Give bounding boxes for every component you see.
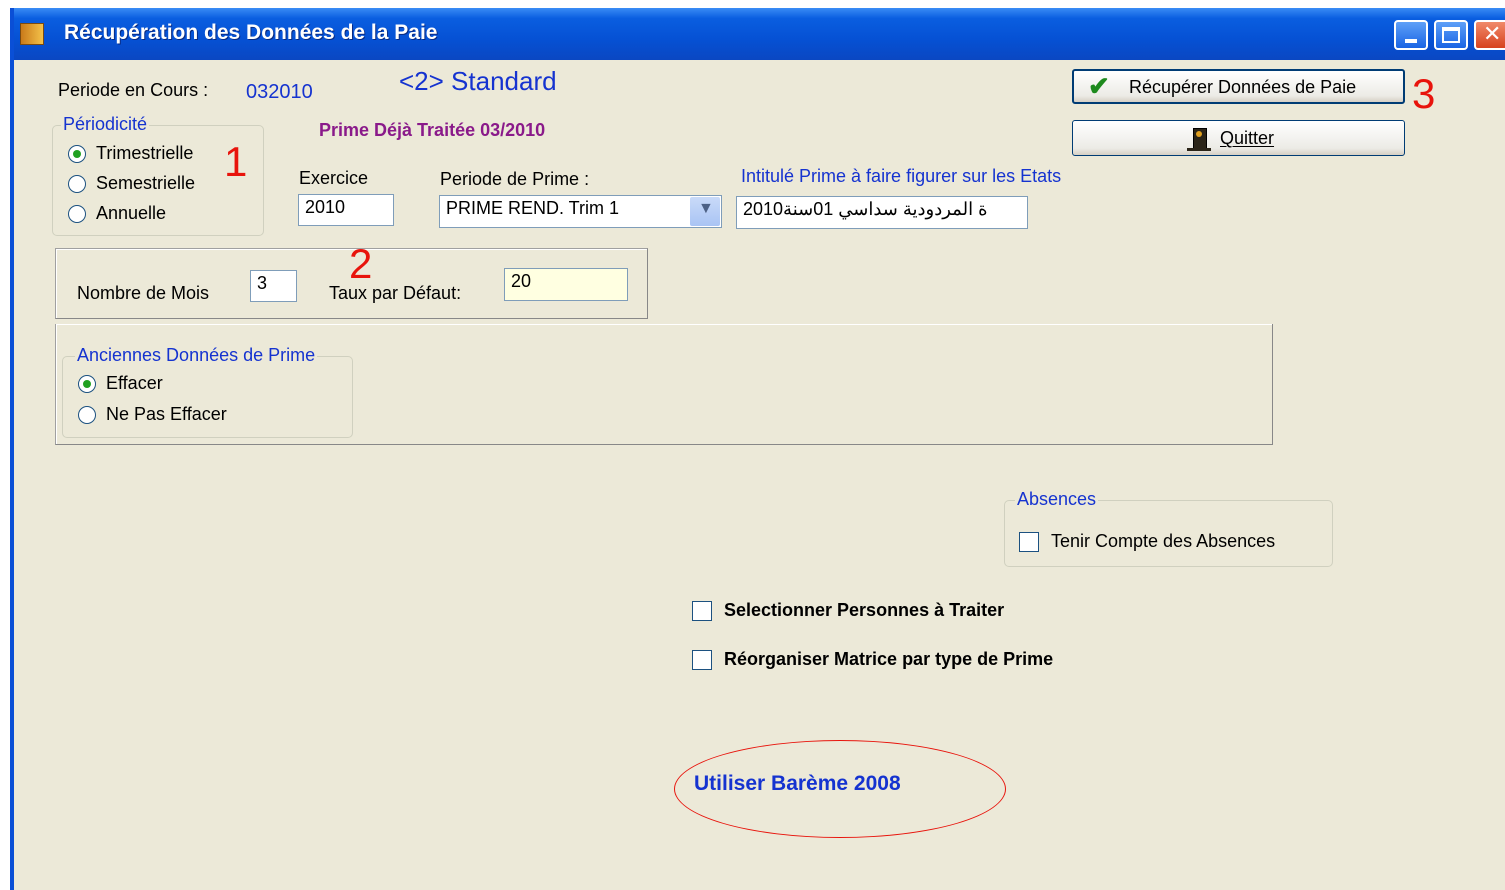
mois-input[interactable]: 3 xyxy=(250,270,297,302)
intitule-input[interactable]: ة المردودية سداسي 01سنة2010 xyxy=(736,196,1028,229)
maximize-button[interactable] xyxy=(1434,20,1468,50)
selectionner-label[interactable]: Selectionner Personnes à Traiter xyxy=(724,600,1004,621)
exit-door-icon xyxy=(1187,128,1211,151)
minimize-icon xyxy=(1405,39,1417,43)
dropdown-button[interactable]: ▼ xyxy=(690,197,720,226)
periode-value: 032010 xyxy=(246,81,313,103)
periodicite-legend: Périodicité xyxy=(61,114,150,135)
window-title: Récupération des Données de la Paie xyxy=(64,21,438,44)
checkmark-icon: ✔ xyxy=(1088,71,1110,101)
exercice-input[interactable]: 2010 xyxy=(298,194,394,226)
radio-ne-pas-effacer[interactable] xyxy=(78,406,96,424)
anciennes-legend: Anciennes Données de Prime xyxy=(75,345,318,366)
bareme-label[interactable]: Utiliser Barème 2008 xyxy=(694,772,901,796)
maximize-icon xyxy=(1442,27,1460,43)
title-bar[interactable]: Récupération des Données de la Paie ✕ xyxy=(14,8,1505,60)
selectionner-checkbox[interactable] xyxy=(692,601,712,621)
annotation-3: 3 xyxy=(1412,70,1436,117)
recuperer-label: Récupérer Données de Paie xyxy=(1129,77,1357,97)
radio-semestrielle[interactable] xyxy=(68,175,86,193)
radio-trimestrielle-label[interactable]: Trimestrielle xyxy=(96,143,193,164)
radio-ne-pas-effacer-label[interactable]: Ne Pas Effacer xyxy=(106,404,227,425)
app-icon xyxy=(20,23,44,45)
intitule-label: Intitulé Prime à faire figurer sur les E… xyxy=(741,166,1062,186)
main-window: Récupération des Données de la Paie ✕ Pe… xyxy=(10,8,1505,890)
recuperer-button[interactable]: ✔ Récupérer Données de Paie xyxy=(1072,69,1405,104)
periode-prime-label: Periode de Prime : xyxy=(440,169,590,189)
periode-prime-select[interactable]: PRIME REND. Trim 1 ▼ xyxy=(439,195,722,228)
reorganiser-checkbox[interactable] xyxy=(692,650,712,670)
reorganiser-label[interactable]: Réorganiser Matrice par type de Prime xyxy=(724,649,1053,670)
taux-input[interactable]: 20 xyxy=(504,268,628,301)
radio-annuelle[interactable] xyxy=(68,205,86,223)
exercice-label: Exercice xyxy=(299,168,369,188)
periode-prime-value: PRIME REND. Trim 1 xyxy=(446,198,620,218)
anciennes-group: Anciennes Données de Prime xyxy=(62,345,353,438)
chevron-down-icon: ▼ xyxy=(698,200,714,217)
quitter-button[interactable]: Quitter xyxy=(1072,120,1405,156)
periode-label: Periode en Cours : xyxy=(58,80,209,100)
annotation-2: 2 xyxy=(349,240,373,287)
prime-traitee-label: Prime Déjà Traitée 03/2010 xyxy=(319,120,546,140)
annotation-1: 1 xyxy=(224,138,248,185)
taux-label: Taux par Défaut: xyxy=(329,283,462,303)
radio-trimestrielle[interactable] xyxy=(68,145,86,163)
mode-label: <2> Standard xyxy=(399,66,557,96)
minimize-button[interactable] xyxy=(1394,20,1428,50)
close-button[interactable]: ✕ xyxy=(1474,20,1505,50)
radio-effacer[interactable] xyxy=(78,375,96,393)
tenir-compte-label[interactable]: Tenir Compte des Absences xyxy=(1051,531,1275,552)
mois-label: Nombre de Mois xyxy=(77,283,210,303)
radio-semestrielle-label[interactable]: Semestrielle xyxy=(96,173,195,194)
tenir-compte-checkbox[interactable] xyxy=(1019,532,1039,552)
radio-effacer-label[interactable]: Effacer xyxy=(106,373,163,394)
quitter-label: Quitter xyxy=(1220,128,1275,148)
absences-legend: Absences xyxy=(1015,489,1099,510)
close-icon: ✕ xyxy=(1483,22,1502,47)
radio-annuelle-label[interactable]: Annuelle xyxy=(96,203,166,224)
